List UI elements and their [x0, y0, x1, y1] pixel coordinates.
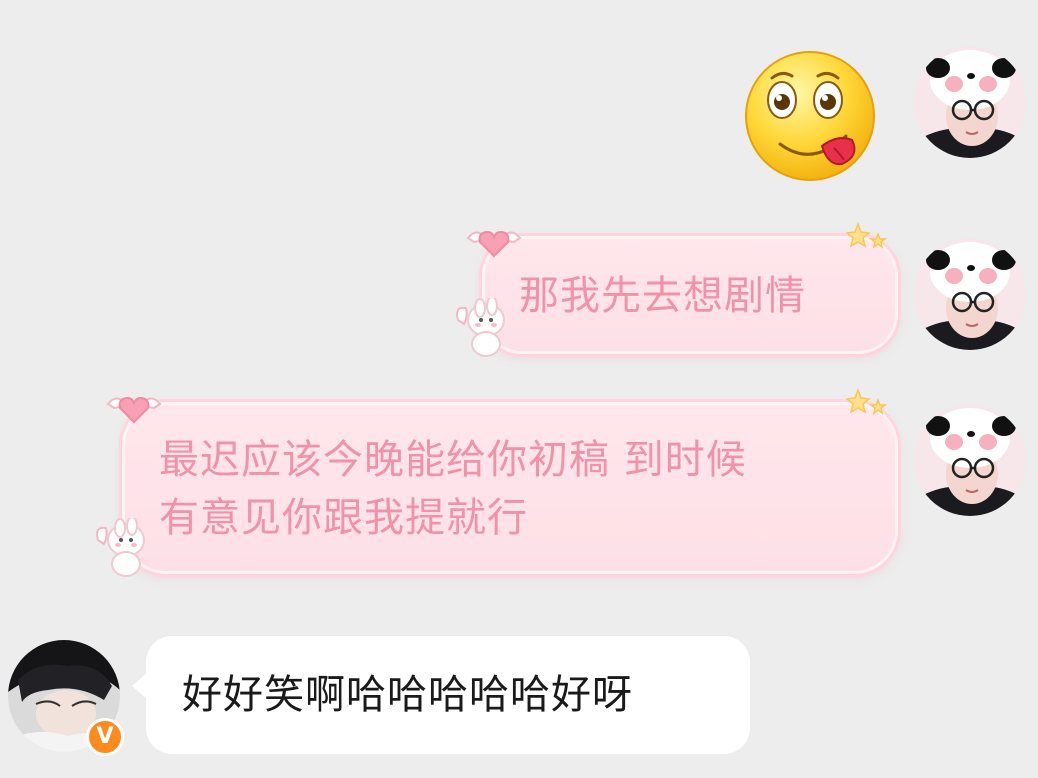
sent-message-bubble[interactable]: 那我先去想剧情 [482, 236, 898, 354]
bubble-tail [132, 672, 148, 700]
avatar[interactable] [914, 238, 1026, 350]
avatar[interactable] [914, 46, 1026, 158]
message-text: 那我先去想剧情 [519, 273, 806, 319]
yummy-emoji-sticker[interactable] [742, 48, 878, 184]
panda-hat-avatar-icon [914, 404, 1026, 516]
sent-message-bubble[interactable]: 最迟应该今晚能给你初稿 到时候 有意见你跟我提就行 [122, 402, 898, 574]
bunny-angel-icon [94, 518, 150, 578]
verified-badge: V [86, 718, 124, 756]
message-text: 好好笑啊哈哈哈哈哈好呀 [182, 672, 633, 718]
panda-hat-avatar-icon [914, 238, 1026, 350]
panda-hat-avatar-icon [914, 46, 1026, 158]
star-sparkle-icon [846, 222, 888, 252]
avatar[interactable] [914, 404, 1026, 516]
bunny-angel-icon [454, 298, 510, 358]
received-message-bubble[interactable]: 好好笑啊哈哈哈哈哈好呀 [132, 636, 750, 754]
yummy-face-icon [745, 51, 875, 181]
star-sparkle-icon [846, 388, 888, 418]
winged-heart-icon [104, 390, 164, 426]
winged-heart-icon [464, 224, 524, 260]
message-text: 最迟应该今晚能给你初稿 到时候 有意见你跟我提就行 [159, 437, 747, 541]
